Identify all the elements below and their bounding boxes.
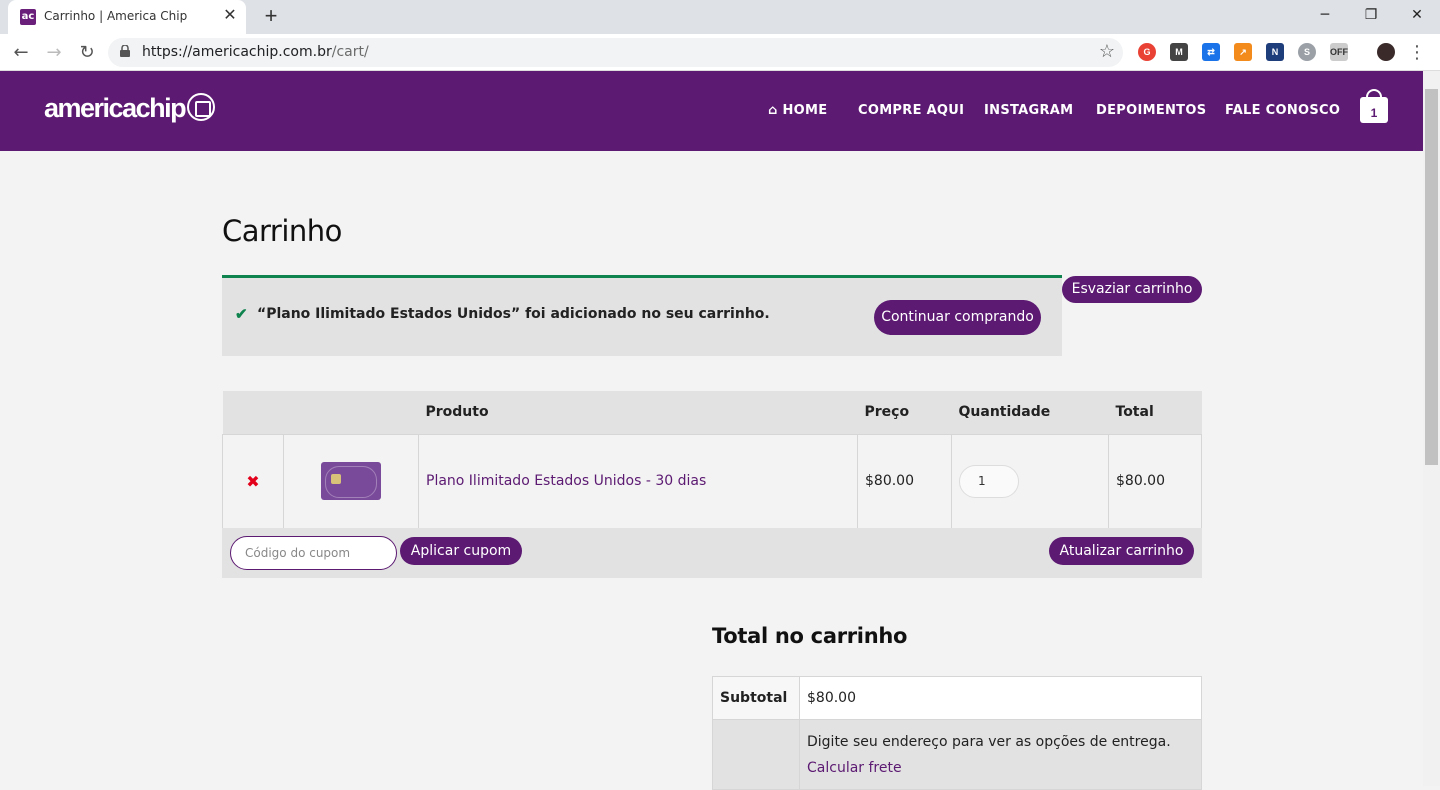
nav-home[interactable]: ⌂ HOME	[768, 103, 827, 118]
nav-depoimentos[interactable]: DEPOIMENTOS	[1096, 103, 1206, 118]
home-icon: ⌂	[768, 103, 783, 118]
profile-avatar[interactable]	[1377, 43, 1395, 61]
product-quantity-cell: 1	[951, 433, 1109, 529]
nav-home-label: HOME	[782, 103, 828, 118]
shipping-row: Digite seu endereço para ver as opções d…	[712, 719, 1202, 790]
page-title: Carrinho	[222, 214, 342, 248]
sim-card-thumbnail[interactable]	[321, 462, 381, 500]
translate-extension-icon[interactable]: ⇄	[1202, 43, 1220, 61]
nav-fale-conosco[interactable]: FALE CONOSCO	[1225, 103, 1340, 118]
lock-icon	[120, 45, 130, 57]
logo-text: americachip	[44, 93, 187, 123]
subtotal-value: $80.00	[799, 676, 1202, 720]
nav-instagram[interactable]: INSTAGRAM	[984, 103, 1073, 118]
continue-shopping-button[interactable]: Continuar comprando	[874, 300, 1041, 335]
shipping-note: Digite seu endereço para ver as opções d…	[807, 734, 1171, 750]
header-remove	[222, 391, 284, 434]
skype-extension-icon[interactable]: S	[1298, 43, 1316, 61]
forward-arrow-icon[interactable]: →	[41, 40, 67, 66]
cart-count-badge: 1	[1370, 106, 1378, 120]
site-logo[interactable]: americachip	[44, 92, 216, 124]
header-quantity: Quantidade	[951, 391, 1109, 434]
cart-totals-title: Total no carrinho	[712, 624, 908, 648]
address-bar[interactable]: https://americachip.com.br/cart/ ☆	[108, 38, 1123, 67]
calculate-shipping-link[interactable]: Calcular frete	[807, 760, 1201, 776]
table-row: ✖ Plano Ilimitado Estados Unidos - 30 di…	[222, 433, 1202, 529]
checkmark-icon: ✔	[235, 306, 248, 323]
new-tab-button[interactable]: +	[258, 4, 284, 30]
product-thumbnail-cell	[283, 433, 419, 529]
cart-totals-table: Subtotal $80.00 Digite seu endereço para…	[712, 676, 1202, 790]
scrollbar-thumb[interactable]	[1425, 89, 1438, 465]
browser-toolbar: ← → ↻ https://americachip.com.br/cart/ ☆…	[0, 34, 1440, 71]
apply-coupon-button[interactable]: Aplicar cupom	[400, 537, 522, 565]
shipping-cell: Digite seu endereço para ver as opções d…	[799, 719, 1202, 790]
tab-close-icon[interactable]: ✕	[220, 6, 240, 26]
off-extension-icon[interactable]: OFF	[1330, 43, 1348, 61]
empty-cart-button[interactable]: Esvaziar carrinho	[1062, 276, 1202, 303]
header-product: Produto	[418, 391, 858, 434]
bookmark-star-icon[interactable]: ☆	[1099, 41, 1115, 62]
reload-icon[interactable]: ↻	[74, 40, 100, 66]
site-favicon-icon: ac	[20, 9, 36, 25]
product-price: $80.00	[857, 433, 952, 529]
header-price: Preço	[857, 391, 952, 434]
restore-icon[interactable]: ❐	[1348, 0, 1394, 30]
header-total: Total	[1108, 391, 1202, 434]
added-to-cart-notice: ✔ “Plano Ilimitado Estados Unidos” foi a…	[222, 275, 1062, 356]
news-extension-icon[interactable]: N	[1266, 43, 1284, 61]
browser-tab-strip: ac Carrinho | America Chip ✕ + ─ ❐ ✕	[0, 0, 1440, 34]
sim-card-logo-icon	[187, 92, 216, 121]
url-text: https://americachip.com.br/cart/	[142, 44, 369, 60]
back-arrow-icon[interactable]: ←	[8, 40, 34, 66]
google-plus-extension-icon[interactable]: G	[1138, 43, 1156, 61]
page-scrollbar[interactable]	[1423, 71, 1440, 786]
product-name-cell: Plano Ilimitado Estados Unidos - 30 dias	[418, 433, 858, 529]
url-host: https://americachip.com.br	[142, 44, 332, 60]
shipping-label	[712, 719, 800, 790]
browser-menu-icon[interactable]: ⋮	[1404, 40, 1430, 66]
chart-extension-icon[interactable]: ↗	[1234, 43, 1252, 61]
update-cart-button[interactable]: Atualizar carrinho	[1049, 537, 1194, 565]
site-header: americachip ⌂ HOME COMPRE AQUI INSTAGRAM…	[0, 71, 1423, 151]
header-thumbnail	[283, 391, 419, 434]
minimize-icon[interactable]: ─	[1302, 0, 1348, 30]
cart-table-header: Produto Preço Quantidade Total	[222, 391, 1202, 434]
subtotal-label: Subtotal	[712, 676, 800, 720]
cart-actions-bar: Código do cupom Aplicar cupom Atualizar …	[222, 528, 1202, 578]
coupon-code-input[interactable]: Código do cupom	[230, 536, 397, 570]
subtotal-row: Subtotal $80.00	[712, 676, 1202, 720]
window-close-icon[interactable]: ✕	[1394, 0, 1440, 30]
product-link[interactable]: Plano Ilimitado Estados Unidos - 30 dias	[426, 473, 706, 489]
cart-table: Produto Preço Quantidade Total ✖ Plano I…	[222, 391, 1202, 529]
cart-bag-icon[interactable]: 1	[1360, 89, 1388, 123]
tab-title: Carrinho | America Chip	[44, 9, 188, 23]
url-path: /cart/	[331, 44, 369, 60]
m-extension-icon[interactable]: M	[1170, 43, 1188, 61]
product-total: $80.00	[1108, 433, 1202, 529]
quantity-input[interactable]: 1	[959, 464, 1019, 498]
browser-tab[interactable]: ac Carrinho | America Chip ✕	[8, 0, 246, 34]
remove-item-icon[interactable]: ✖	[222, 433, 284, 529]
notice-message: “Plano Ilimitado Estados Unidos” foi adi…	[257, 306, 770, 322]
nav-compre-aqui[interactable]: COMPRE AQUI	[858, 103, 964, 118]
